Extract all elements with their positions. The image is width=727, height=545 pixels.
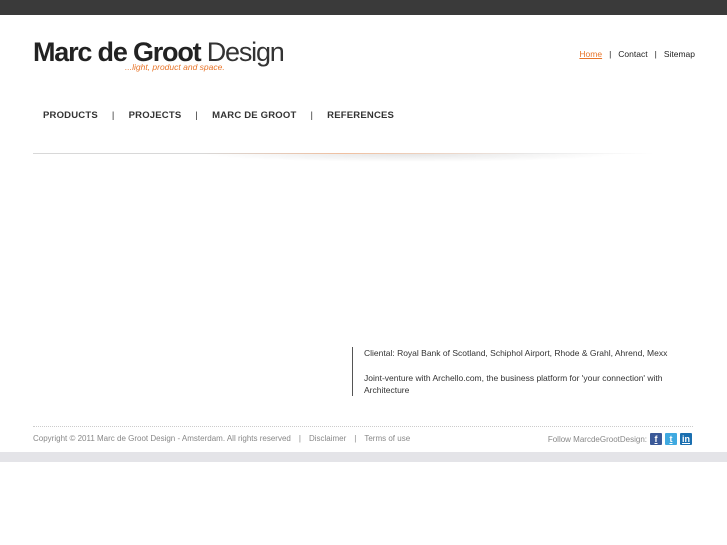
cliental-text: Cliental: Royal Bank of Scotland, Schiph… <box>364 348 668 358</box>
top-link-separator: | <box>609 49 612 59</box>
footer-separator: | <box>354 434 357 443</box>
top-bar <box>0 0 727 15</box>
top-link-contact[interactable]: Contact <box>618 49 647 59</box>
linkedin-icon[interactable]: in <box>680 433 692 445</box>
nav-item-products[interactable]: PRODUCTS <box>43 110 98 121</box>
twitter-icon[interactable]: t <box>665 433 677 445</box>
header-divider-shadow <box>200 154 620 162</box>
footer: Copyright © 2011 Marc de Groot Design - … <box>33 434 410 443</box>
top-link-home[interactable]: Home <box>579 49 602 59</box>
follow-label: Follow MarcdeGrootDesign: <box>547 434 647 444</box>
footer-link-disclaimer[interactable]: Disclaimer <box>309 434 346 443</box>
footer-divider <box>33 426 693 427</box>
bottom-bar <box>0 452 727 462</box>
top-link-separator: | <box>654 49 657 59</box>
nav-item-references[interactable]: REFERENCES <box>327 110 394 121</box>
footer-link-terms[interactable]: Terms of use <box>364 434 410 443</box>
top-links: Home | Contact | Sitemap <box>579 49 695 59</box>
social-follow: Follow MarcdeGrootDesign: f t in <box>548 433 692 445</box>
info-panel: Cliental: Royal Bank of Scotland, Schiph… <box>352 347 709 396</box>
top-link-sitemap[interactable]: Sitemap <box>664 49 695 59</box>
nav-item-marc-de-groot[interactable]: MARC DE GROOT <box>212 110 296 121</box>
main-nav: PRODUCTS | PROJECTS | MARC DE GROOT | REFERENC… <box>43 110 394 121</box>
nav-separator: | <box>111 110 115 121</box>
nav-separator: | <box>310 110 314 121</box>
nav-item-projects[interactable]: PROJECTS <box>129 110 182 121</box>
logo-tagline: ...light, product and space. <box>125 62 225 72</box>
joint-venture-text: Joint-venture with Archello.com, the bus… <box>364 373 663 395</box>
copyright-text: Copyright © 2011 Marc de Groot Design - … <box>33 434 291 443</box>
site-logo[interactable]: Marc de Groot Design ...light, product a… <box>33 38 285 72</box>
nav-separator: | <box>195 110 199 121</box>
facebook-icon[interactable]: f <box>650 433 662 445</box>
footer-separator: | <box>298 434 301 443</box>
